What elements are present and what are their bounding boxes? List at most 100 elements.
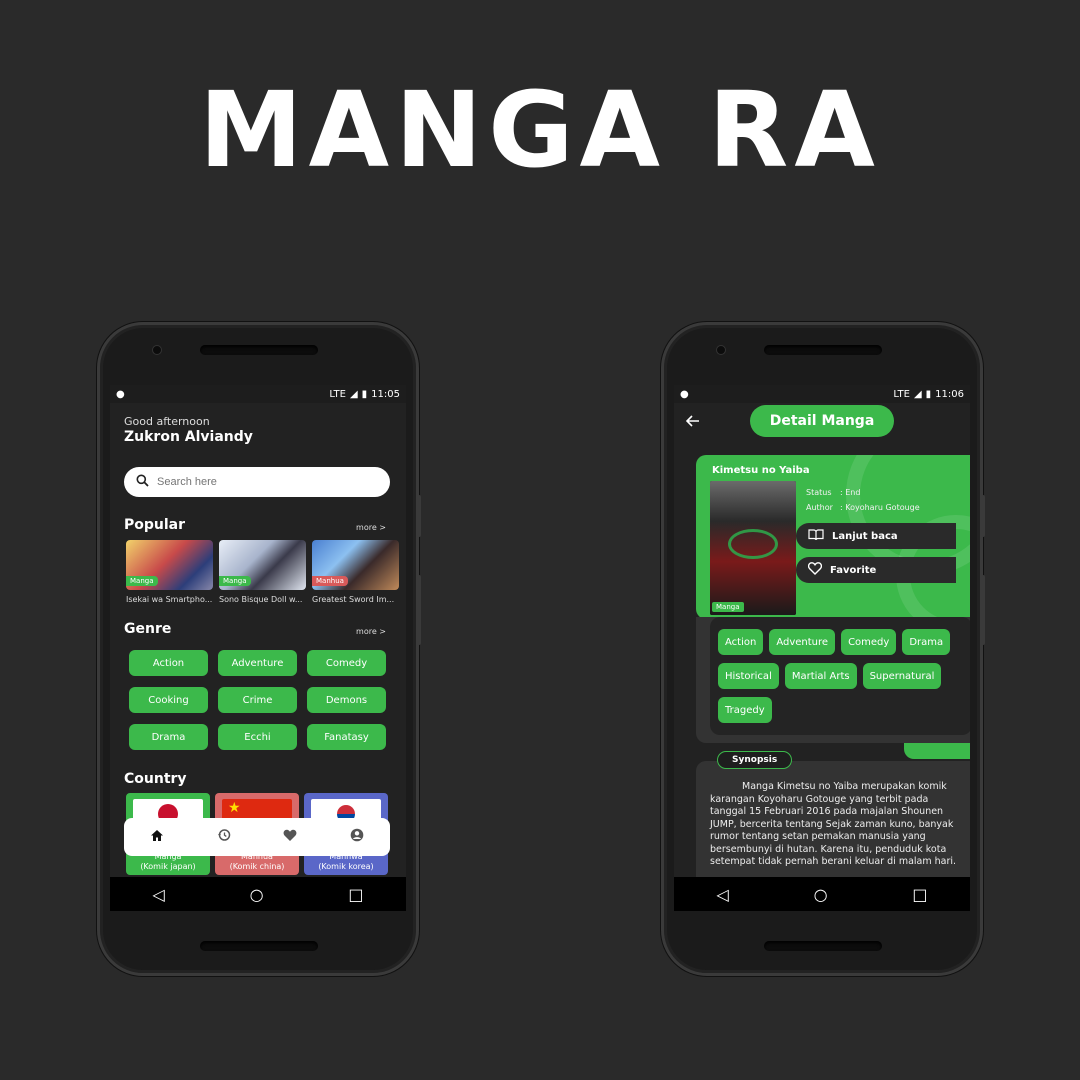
popular-name: Isekai wa Smartpho... <box>126 595 213 604</box>
popular-name: Sono Bisque Doll w... <box>219 595 303 604</box>
genre-chip[interactable]: Supernatural <box>862 663 942 689</box>
phone-home: ● LTE ◢ ▮ 11:05 Good afternoon Zukron Al… <box>97 322 421 976</box>
country-sub: (Komik china) <box>229 862 285 871</box>
volume-button <box>417 575 421 645</box>
genre-chip[interactable]: Adventure <box>218 650 297 676</box>
battery-icon: ▮ <box>361 388 368 400</box>
signal-icon: ◢ <box>349 388 358 400</box>
network-label: LTE <box>329 388 346 400</box>
genre-chip[interactable]: Drama <box>902 629 951 655</box>
bottom-speaker <box>200 941 318 951</box>
back-arrow-icon[interactable] <box>685 412 700 431</box>
popular-tag: Manga <box>219 576 251 586</box>
earpiece <box>764 345 882 355</box>
signal-icon: ◢ <box>913 388 922 400</box>
profile-icon[interactable] <box>350 828 364 846</box>
clock: 11:05 <box>371 388 400 400</box>
genre-chip[interactable]: Drama <box>129 724 208 750</box>
favorite-button[interactable]: Favorite <box>796 557 956 583</box>
genre-chip[interactable]: Martial Arts <box>784 663 857 689</box>
status-value: : End <box>840 488 861 497</box>
home-icon[interactable] <box>150 829 164 846</box>
country-sub: (Komik korea) <box>318 862 374 871</box>
search-icon <box>136 474 149 491</box>
system-nav-bar: ◁ ○ □ <box>674 877 970 911</box>
author-value: : Koyoharu Gotouge <box>840 503 920 512</box>
genre-chip[interactable]: Action <box>718 629 764 655</box>
phone-detail: ● LTE ◢ ▮ 11:06 Detail Manga Kimetsu no … <box>661 322 985 976</box>
popular-card[interactable]: Manga Sono Bisque Doll w... <box>219 540 306 604</box>
popular-more-link[interactable]: more > <box>356 523 386 532</box>
home-nav-icon[interactable]: ○ <box>250 885 264 904</box>
popular-card[interactable]: Manga Isekai wa Smartpho... <box>126 540 213 604</box>
network-label: LTE <box>893 388 910 400</box>
popular-name: Greatest Sword Im... <box>312 595 395 604</box>
detail-screen: ● LTE ◢ ▮ 11:06 Detail Manga Kimetsu no … <box>674 385 970 911</box>
history-icon[interactable] <box>217 828 231 846</box>
country-sub: (Komik japan) <box>140 862 196 871</box>
genre-chip[interactable]: Comedy <box>307 650 386 676</box>
favorite-label: Favorite <box>830 564 877 576</box>
heart-icon[interactable] <box>283 829 297 846</box>
genre-chip[interactable]: Adventure <box>769 629 836 655</box>
popular-cover: Manga <box>126 540 213 590</box>
showcase-canvas: MANGA RA ● LTE ◢ ▮ 11:05 Good afternoon … <box>0 0 1080 1080</box>
genre-chip[interactable]: Ecchi <box>218 724 297 750</box>
popular-title: Popular <box>124 517 186 533</box>
book-icon <box>808 528 824 544</box>
heart-outline-icon <box>807 562 823 578</box>
power-button <box>417 495 421 537</box>
genre-title: Genre <box>124 621 172 637</box>
author-label: Author <box>806 503 833 512</box>
genre-chip[interactable]: Action <box>129 650 208 676</box>
back-nav-icon[interactable]: ◁ <box>716 885 728 904</box>
android-icon: ● <box>680 388 689 400</box>
genre-section: Action Adventure Comedy Drama Historical… <box>696 617 970 743</box>
status-bar: ● LTE ◢ ▮ 11:05 <box>110 385 406 403</box>
home-screen: ● LTE ◢ ▮ 11:05 Good afternoon Zukron Al… <box>110 385 406 911</box>
earpiece <box>200 345 318 355</box>
genre-list: Action Adventure Comedy Drama Historical… <box>710 617 970 735</box>
cover-tag: Manga <box>712 602 744 612</box>
recents-nav-icon[interactable]: □ <box>912 885 927 904</box>
genre-chip[interactable]: Comedy <box>841 629 897 655</box>
country-title: Country <box>124 771 187 787</box>
battery-icon: ▮ <box>925 388 932 400</box>
genre-chip[interactable]: Tragedy <box>718 697 772 723</box>
decor-strip <box>904 743 970 759</box>
synopsis-text: Manga Kimetsu no Yaiba merupakan komik k… <box>696 761 970 881</box>
genre-grid: Action Adventure Comedy Cooking Crime De… <box>129 650 386 750</box>
status-bar: ● LTE ◢ ▮ 11:06 <box>674 385 970 403</box>
genre-chip[interactable]: Historical <box>718 663 779 689</box>
manga-cover: Manga <box>710 481 796 615</box>
continue-reading-button[interactable]: Lanjut baca <box>796 523 956 549</box>
clock: 11:06 <box>935 388 964 400</box>
page-title: Detail Manga <box>750 405 894 437</box>
search-input[interactable] <box>157 476 357 488</box>
genre-chip[interactable]: Demons <box>307 687 386 713</box>
genre-more-link[interactable]: more > <box>356 627 386 636</box>
user-name: Zukron Alviandy <box>124 429 253 445</box>
system-nav-bar: ◁ ○ □ <box>110 877 406 911</box>
greeting: Good afternoon <box>124 415 210 428</box>
popular-cover: Manhua <box>312 540 399 590</box>
front-camera <box>716 345 726 355</box>
bottom-nav <box>124 818 390 856</box>
manga-title: Kimetsu no Yaiba <box>712 465 810 476</box>
popular-list: Manga Isekai wa Smartpho... Manga Sono B… <box>126 540 399 604</box>
back-nav-icon[interactable]: ◁ <box>152 885 164 904</box>
brand-title: MANGA RA <box>199 69 881 191</box>
volume-button <box>981 575 985 645</box>
genre-chip[interactable]: Fanatasy <box>307 724 386 750</box>
synopsis-tag: Synopsis <box>717 751 793 769</box>
power-button <box>981 495 985 537</box>
popular-card[interactable]: Manhua Greatest Sword Im... <box>312 540 399 604</box>
search-bar[interactable] <box>124 467 390 497</box>
genre-chip[interactable]: Crime <box>218 687 297 713</box>
recents-nav-icon[interactable]: □ <box>348 885 363 904</box>
android-icon: ● <box>116 388 125 400</box>
detail-header: Detail Manga <box>674 403 970 441</box>
genre-chip[interactable]: Cooking <box>129 687 208 713</box>
popular-tag: Manhua <box>312 576 348 586</box>
home-nav-icon[interactable]: ○ <box>814 885 828 904</box>
